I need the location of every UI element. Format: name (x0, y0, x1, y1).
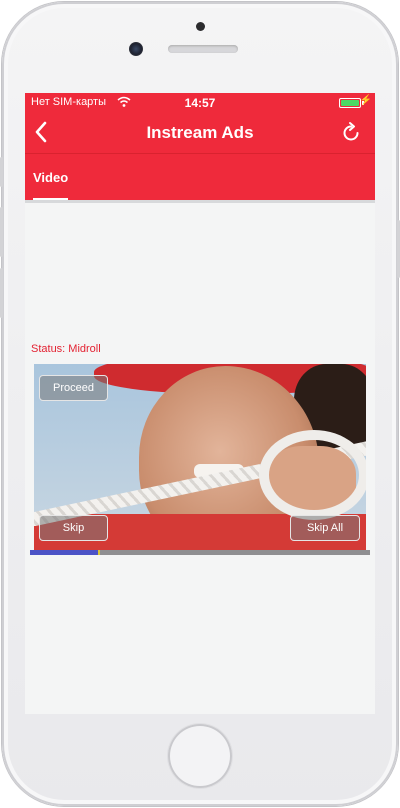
home-button[interactable] (168, 724, 232, 788)
navigation-bar: Instream Ads (25, 113, 375, 153)
tab-divider (25, 200, 375, 203)
page-title: Instream Ads (146, 123, 254, 142)
battery-icon (339, 98, 361, 108)
ad-image-rope-loop (259, 430, 366, 520)
video-progress-fill (30, 550, 98, 555)
proceed-button[interactable]: Proceed (39, 375, 108, 401)
video-progress-bar[interactable] (30, 550, 370, 555)
earpiece-speaker (168, 45, 238, 53)
ad-break-marker (98, 550, 100, 555)
refresh-icon[interactable] (339, 121, 363, 145)
volume-down-button (0, 268, 3, 318)
charging-bolt-icon: ⚡ (359, 95, 372, 106)
clock: 14:57 (184, 96, 216, 110)
battery-fill (341, 100, 359, 106)
skip-button[interactable]: Skip (39, 515, 108, 541)
tab-video[interactable]: Video (33, 170, 68, 185)
front-camera (129, 42, 143, 56)
tab-bar: Video (25, 153, 375, 201)
skip-all-button[interactable]: Skip All (290, 515, 360, 541)
video-ad-player[interactable]: Proceed Skip Skip All (34, 364, 366, 550)
proximity-sensor (196, 22, 205, 31)
silent-switch (0, 157, 3, 187)
volume-up-button (0, 207, 3, 257)
status-bar: Нет SIM-карты 14:57 ⚡ (25, 93, 375, 113)
status-label: Status: Midroll (31, 343, 101, 355)
app-screen: Нет SIM-карты 14:57 ⚡ Instream Ads Video… (25, 93, 375, 714)
